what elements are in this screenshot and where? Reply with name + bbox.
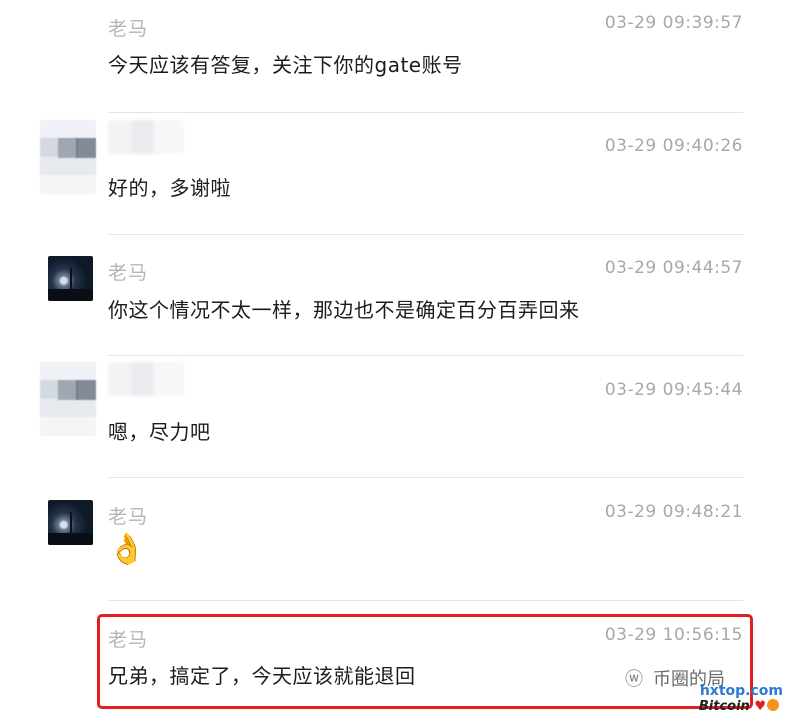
divider [108,600,743,601]
divider [108,234,743,235]
message-timestamp: 03-29 09:44:57 [604,258,743,278]
message-text: 嗯，尽力吧 [108,420,211,444]
divider [108,355,743,356]
divider [108,477,743,478]
sender-name: 老马 [108,262,149,284]
avatar[interactable] [48,256,93,301]
message-text: 好的，多谢啦 [108,176,231,200]
avatar[interactable] [40,120,96,194]
message-timestamp: 03-29 09:48:21 [604,502,743,522]
message-text: 今天应该有答复，关注下你的gate账号 [108,53,463,77]
sender-name-blurred [108,362,184,396]
message-timestamp: 03-29 09:39:57 [604,13,743,33]
sender-name: 老马 [108,18,149,40]
message-timestamp: 03-29 09:40:26 [604,136,743,156]
watermark: ⓦ 币圈的局 hxtop.com Bitcoin ♥ [625,659,785,719]
heart-icon: ♥ [754,699,766,714]
sender-name-blurred [108,120,184,154]
watermark-brand: Bitcoin ♥ [699,699,779,714]
divider [108,112,743,113]
sender-name: 老马 [108,506,149,528]
message-timestamp: 03-29 09:45:44 [604,380,743,400]
bitcoin-icon [767,699,779,711]
watermark-site: hxtop.com [699,683,783,699]
avatar[interactable] [48,500,93,545]
avatar[interactable] [40,362,96,436]
wechat-official-account-icon: ⓦ [625,669,643,690]
ok-hand-emoji: 👌 [108,532,146,567]
watermark-brand-text: Bitcoin [698,699,750,714]
message-text: 你这个情况不太一样，那边也不是确定百分百弄回来 [108,298,580,322]
